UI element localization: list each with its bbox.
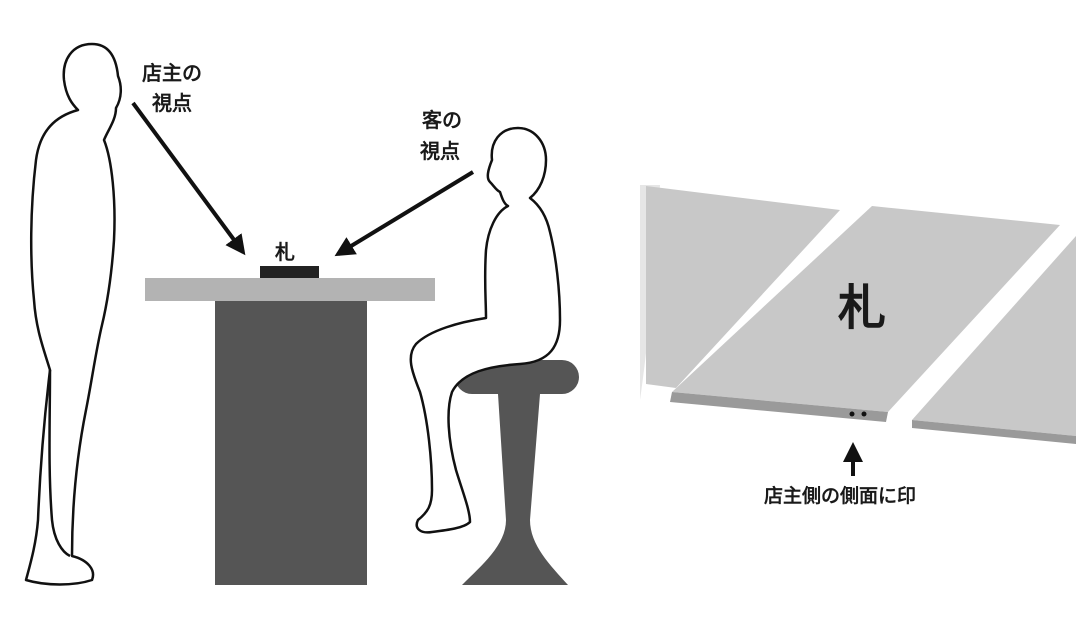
owner-body-outline xyxy=(24,42,122,586)
counter-base xyxy=(215,300,367,585)
owner-view-label-line2: 視点 xyxy=(151,91,192,115)
customer-body-outline xyxy=(409,126,562,534)
side-mark-dot-2 xyxy=(861,411,867,417)
standing-owner-figure xyxy=(24,42,122,586)
mahjong-view-diagram: 店主の 視点 客の 視点 札 札 店主側の側面に印 xyxy=(0,0,1088,625)
side-mark-dot-1 xyxy=(849,411,855,417)
counter xyxy=(145,266,435,585)
stool-leg xyxy=(462,394,568,585)
customer-view-label-line1: 客の xyxy=(421,108,462,132)
owner-view-arrow xyxy=(131,101,246,256)
seated-customer-figure xyxy=(409,126,562,534)
stool xyxy=(455,360,579,585)
side-mark-label: 店主側の側面に印 xyxy=(764,484,916,507)
owner-view-label-line1: 店主の xyxy=(142,61,202,85)
counter-top xyxy=(145,278,435,301)
customer-view-label-line2: 視点 xyxy=(419,139,460,163)
tile-label-large: 札 xyxy=(838,280,886,336)
tile-on-counter xyxy=(260,266,319,278)
customer-view-arrow xyxy=(334,170,475,257)
tile-label-small: 札 xyxy=(274,240,295,264)
